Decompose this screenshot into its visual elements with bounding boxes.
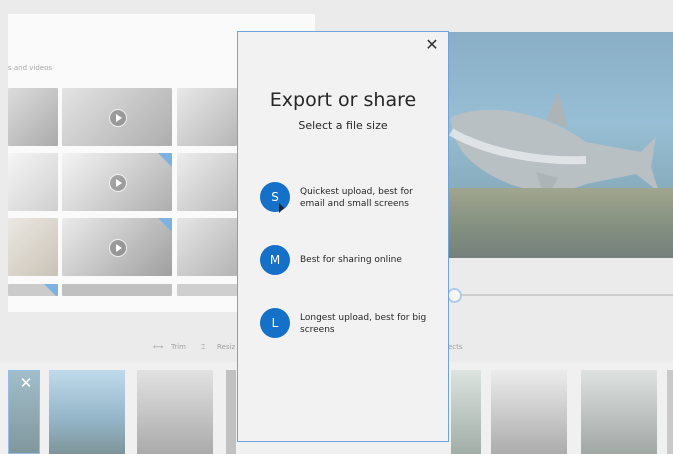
close-icon[interactable]: ✕: [423, 36, 441, 54]
size-badge-small: S: [260, 182, 290, 212]
size-badge-medium: M: [260, 245, 290, 275]
size-option-large[interactable]: L Longest upload, best for big screens: [260, 308, 440, 342]
size-option-large-label: Longest upload, best for big screens: [300, 313, 427, 335]
mouse-pointer-icon: [279, 203, 284, 213]
size-badge-large: L: [260, 308, 290, 338]
size-option-medium[interactable]: M Best for sharing online: [260, 245, 440, 279]
size-option-small[interactable]: S Quickest upload, best for email and sm…: [260, 182, 440, 216]
export-dialog: ✕ Export or share Select a file size S Q…: [237, 31, 449, 442]
dialog-title: Export or share: [269, 89, 417, 111]
size-option-small-label: Quickest upload, best for email and smal…: [300, 187, 413, 209]
size-option-medium-label: Best for sharing online: [300, 255, 402, 265]
dialog-subtitle: Select a file size: [298, 119, 388, 132]
